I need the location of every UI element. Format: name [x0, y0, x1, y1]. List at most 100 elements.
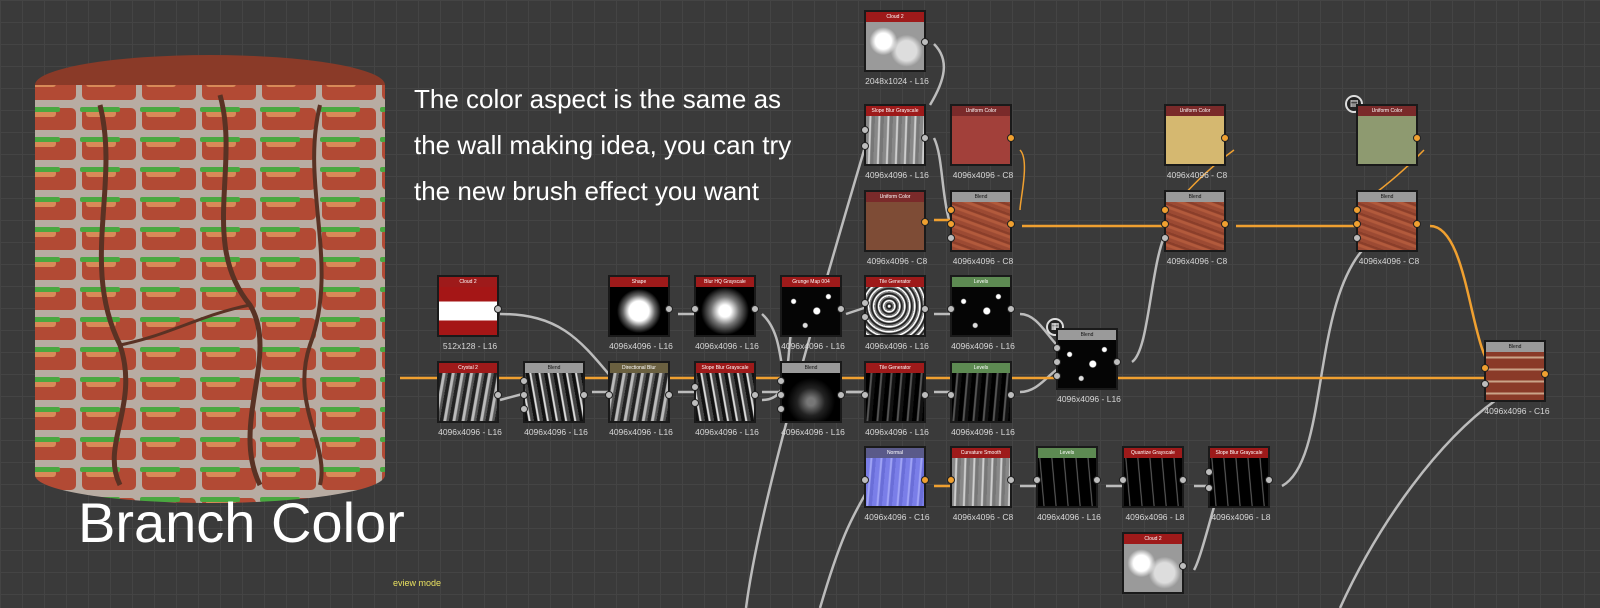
input-port[interactable] — [861, 142, 869, 150]
input-port[interactable] — [520, 391, 528, 399]
input-port[interactable] — [777, 391, 785, 399]
input-port[interactable] — [691, 305, 699, 313]
input-port[interactable] — [1353, 206, 1361, 214]
node-slope-blur-grayscale-2[interactable]: Slope Blur Grayscale 4096x4096 - L16 — [691, 361, 759, 437]
node-thumbnail — [952, 458, 1010, 506]
input-port[interactable] — [1161, 220, 1169, 228]
input-port[interactable] — [777, 405, 785, 413]
output-port[interactable] — [1413, 220, 1421, 228]
output-port[interactable] — [751, 305, 759, 313]
output-port[interactable] — [665, 391, 673, 399]
input-port[interactable] — [861, 126, 869, 134]
output-port[interactable] — [1113, 358, 1121, 366]
node-slope-blur-grayscale-1[interactable]: Slope Blur Grayscale 4096x4096 - L16 — [861, 104, 929, 180]
output-port[interactable] — [1179, 562, 1187, 570]
node-blend-color-1[interactable]: Blend 4096x4096 - C8 — [947, 190, 1015, 266]
output-port[interactable] — [1541, 370, 1549, 378]
output-port[interactable] — [1007, 220, 1015, 228]
node-shape[interactable]: Shape 4096x4096 - L16 — [608, 275, 673, 351]
input-port[interactable] — [947, 476, 955, 484]
output-port[interactable] — [1221, 220, 1229, 228]
input-port[interactable] — [1161, 234, 1169, 242]
input-port[interactable] — [1119, 476, 1127, 484]
output-port[interactable] — [921, 134, 929, 142]
output-port[interactable] — [494, 305, 502, 313]
node-final-blend[interactable]: Blend 4096x4096 - C16 — [1481, 340, 1550, 416]
node-blend-mask[interactable]: Blend 4096x4096 - L16 — [1053, 328, 1121, 404]
node-crystal-2[interactable]: Crystal 2 4096x4096 - L16 — [437, 361, 502, 437]
node-cloud-2-bottom[interactable]: Cloud 2 — [1122, 532, 1187, 594]
node-cloud-2-left[interactable]: Cloud 2 512x128 - L16 — [437, 275, 502, 351]
node-cloud-2-top[interactable]: Cloud 2 2048x1024 - L16 — [864, 10, 929, 86]
output-port[interactable] — [837, 305, 845, 313]
node-title: Blend — [1058, 330, 1116, 340]
node-uniform-color-yellow[interactable]: Uniform Color 4096x4096 - C8 — [1164, 104, 1229, 180]
output-port[interactable] — [751, 391, 759, 399]
output-port[interactable] — [494, 391, 502, 399]
input-port[interactable] — [1053, 372, 1061, 380]
input-port[interactable] — [861, 299, 869, 307]
node-directional-blur[interactable]: Directional Blur 4096x4096 - L16 — [605, 361, 673, 437]
input-port[interactable] — [1481, 364, 1489, 372]
output-port[interactable] — [1265, 476, 1273, 484]
input-port[interactable] — [520, 405, 528, 413]
node-blend-gray-2[interactable]: Blend 4096x4096 - L16 — [777, 361, 845, 437]
input-port[interactable] — [691, 383, 699, 391]
node-levels-1[interactable]: Levels 4096x4096 - L16 — [947, 275, 1015, 351]
input-port[interactable] — [691, 399, 699, 407]
input-port[interactable] — [947, 234, 955, 242]
output-port[interactable] — [837, 391, 845, 399]
input-port[interactable] — [947, 305, 955, 313]
node-tile-generator-2[interactable]: Tile Generator 4096x4096 - L16 — [861, 361, 929, 437]
node-normal[interactable]: Normal 4096x4096 - C16 — [861, 446, 930, 522]
output-port[interactable] — [580, 391, 588, 399]
node-uniform-color-red[interactable]: Uniform Color 4096x4096 - C8 — [950, 104, 1015, 180]
output-port[interactable] — [921, 391, 929, 399]
node-uniform-color-brown[interactable]: Uniform Color 4096x4096 - C8 — [864, 190, 929, 266]
output-port[interactable] — [1093, 476, 1101, 484]
input-port[interactable] — [1481, 380, 1489, 388]
node-grunge-map-004[interactable]: Grunge Map 004 4096x4096 - L16 — [780, 275, 845, 351]
output-port[interactable] — [921, 476, 929, 484]
node-levels-2[interactable]: Levels 4096x4096 - L16 — [947, 361, 1015, 437]
node-tile-generator-1[interactable]: Tile Generator 4096x4096 - L16 — [861, 275, 929, 351]
input-port[interactable] — [605, 391, 613, 399]
input-port[interactable] — [1053, 358, 1061, 366]
input-port[interactable] — [520, 377, 528, 385]
node-curvature-smooth[interactable]: Curvature Smooth 4096x4096 - C8 — [947, 446, 1015, 522]
output-port[interactable] — [921, 38, 929, 46]
node-levels-3[interactable]: Levels 4096x4096 - L16 — [1033, 446, 1101, 522]
output-port[interactable] — [921, 218, 929, 226]
input-port[interactable] — [947, 220, 955, 228]
input-port[interactable] — [1033, 476, 1041, 484]
node-uniform-color-sage[interactable]: Uniform Color — [1356, 104, 1421, 166]
node-blend-color-2[interactable]: Blend 4096x4096 - C8 — [1161, 190, 1229, 266]
output-port[interactable] — [1413, 134, 1421, 142]
input-port[interactable] — [861, 391, 869, 399]
node-slope-blur-grayscale-3[interactable]: Slope Blur Grayscale 4096x4096 - L8 — [1205, 446, 1273, 522]
input-port[interactable] — [1053, 344, 1061, 352]
output-port[interactable] — [1007, 391, 1015, 399]
input-port[interactable] — [777, 377, 785, 385]
input-port[interactable] — [947, 391, 955, 399]
node-blend-color-3[interactable]: Blend 4096x4096 - C8 — [1353, 190, 1421, 266]
input-port[interactable] — [1205, 484, 1213, 492]
input-port[interactable] — [861, 313, 869, 321]
input-port[interactable] — [1353, 220, 1361, 228]
input-port[interactable] — [861, 476, 869, 484]
output-port[interactable] — [665, 305, 673, 313]
input-port[interactable] — [1161, 206, 1169, 214]
output-port[interactable] — [1007, 134, 1015, 142]
output-port[interactable] — [1007, 476, 1015, 484]
output-port[interactable] — [921, 305, 929, 313]
node-graph-canvas[interactable]: The color aspect is the same as the wall… — [0, 0, 1600, 608]
node-blend-gray-1[interactable]: Blend 4096x4096 - L16 — [520, 361, 588, 437]
output-port[interactable] — [1179, 476, 1187, 484]
input-port[interactable] — [1205, 468, 1213, 476]
output-port[interactable] — [1221, 134, 1229, 142]
input-port[interactable] — [1353, 234, 1361, 242]
node-blur-hq-grayscale[interactable]: Blur HQ Grayscale 4096x4096 - L16 — [691, 275, 759, 351]
output-port[interactable] — [1007, 305, 1015, 313]
node-quantize-grayscale[interactable]: Quantize Grayscale 4096x4096 - L8 — [1119, 446, 1187, 522]
input-port[interactable] — [947, 206, 955, 214]
